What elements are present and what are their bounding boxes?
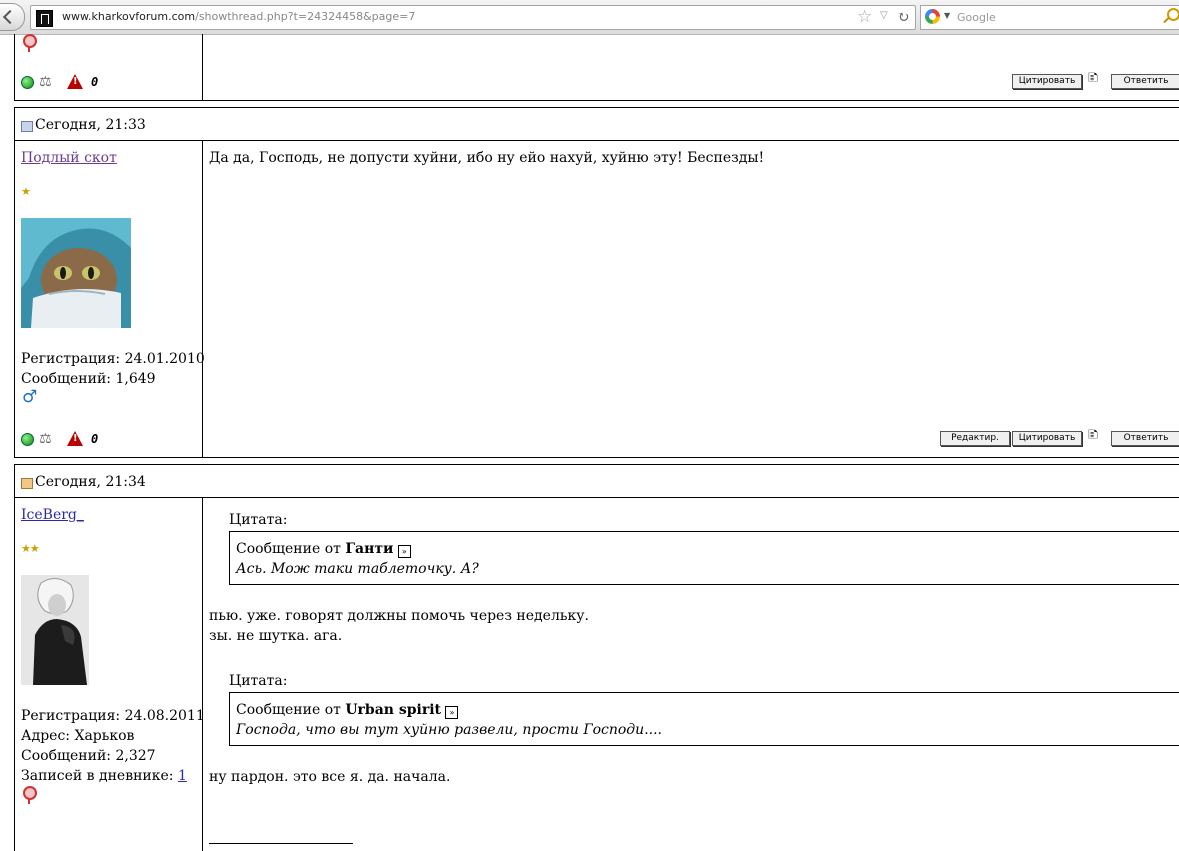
user-address: Адрес: Харьков — [21, 728, 135, 744]
post-date: Сегодня, 21:33 — [35, 117, 146, 133]
user-avatar — [21, 575, 89, 685]
diary-label: Записей в дневнике: — [21, 768, 178, 784]
reputation-value: 0 — [91, 75, 99, 89]
view-post-icon[interactable]: » — [445, 706, 459, 719]
post-border — [14, 464, 15, 851]
message-count: Сообщений: 1,649 — [21, 371, 156, 387]
post-border — [14, 107, 15, 457]
post-border — [202, 34, 203, 100]
quote-source: Сообщение от Urban spirit » — [236, 702, 459, 719]
post-border — [14, 107, 1179, 108]
report-post-icon[interactable] — [67, 431, 83, 446]
post-date: Сегодня, 21:34 — [35, 474, 146, 490]
search-input[interactable]: Google — [957, 11, 996, 24]
edit-button[interactable]: Редактир. — [940, 431, 1010, 446]
back-button[interactable] — [0, 3, 25, 31]
post-border — [14, 140, 1179, 141]
google-icon[interactable] — [925, 9, 940, 24]
post-border — [14, 457, 1179, 458]
post-border — [202, 497, 203, 851]
online-status-icon — [21, 433, 34, 446]
multi-quote-icon[interactable]: 🗈 — [1088, 428, 1098, 442]
post-border — [202, 140, 203, 457]
diary-entries: Записей в дневнике: 1 — [21, 766, 187, 786]
multi-quote-icon[interactable]: 🗈 — [1088, 71, 1098, 85]
online-status-icon — [21, 76, 34, 89]
rank-stars: ★ — [21, 185, 31, 198]
browser-toolbar: www.kharkovforum.com/showthread.php?t=24… — [0, 0, 1179, 35]
post-body: Да да, Господь, не допусти хуйни, ибо ну… — [209, 150, 765, 166]
quote-label: Цитата: — [229, 512, 288, 528]
post-body-line: зы. не шутка. ага. — [209, 628, 343, 644]
search-icon[interactable] — [1167, 8, 1179, 21]
post-body-line: пью. уже. говорят должны помочь через не… — [209, 608, 589, 624]
quote-text: Господа, что вы тут хуйню развели, прост… — [236, 722, 662, 738]
diary-link[interactable]: 1 — [178, 768, 187, 784]
quote-button[interactable]: Цитировать — [1012, 431, 1082, 446]
reputation-scales-icon[interactable]: ⚖ — [39, 431, 52, 447]
reload-icon[interactable]: ↻ — [897, 7, 910, 27]
username-link[interactable]: Подлый скот — [21, 150, 117, 166]
search-bar[interactable]: ▼ Google — [920, 5, 1179, 30]
post-border — [14, 464, 1179, 465]
quote-box: Сообщение от Ганти » Ась. Мож таки табле… — [229, 531, 1179, 585]
quote-box: Сообщение от Urban spirit » Господа, что… — [229, 692, 1179, 746]
female-gender-icon — [23, 34, 37, 52]
message-count: Сообщений: 2,327 — [21, 748, 156, 764]
reputation-value: 0 — [91, 432, 99, 446]
quote-label: Цитата: — [229, 673, 288, 689]
quote-button[interactable]: Цитировать — [1012, 74, 1082, 89]
quote-author: Urban spirit — [345, 702, 441, 718]
signature-divider — [209, 843, 353, 844]
quote-author: Ганти — [345, 541, 394, 557]
post-border — [14, 100, 1179, 101]
post-border — [14, 497, 1179, 498]
reply-button[interactable]: Ответить — [1111, 74, 1179, 89]
bookmark-star-icon[interactable]: ☆ — [857, 7, 872, 27]
url-text: www.kharkovforum.com/showthread.php?t=24… — [62, 10, 416, 23]
post-border — [14, 34, 15, 100]
reputation-scales-icon[interactable]: ⚖ — [39, 74, 52, 90]
report-post-icon[interactable] — [67, 74, 83, 89]
registration-date: Регистрация: 24.01.2010 — [21, 351, 205, 367]
quote-source: Сообщение от Ганти » — [236, 541, 411, 558]
quote-text: Ась. Мож таки таблеточку. А? — [236, 561, 479, 577]
site-favicon-icon — [36, 10, 53, 27]
history-dropdown-icon[interactable]: ▽ — [880, 10, 888, 21]
user-avatar — [21, 218, 131, 328]
male-gender-icon: ♂ — [22, 387, 38, 407]
reply-button[interactable]: Ответить — [1111, 431, 1179, 446]
registration-date: Регистрация: 24.08.2011 — [21, 708, 205, 724]
female-gender-icon — [23, 786, 37, 804]
post-status-icon — [21, 478, 33, 489]
post-status-icon — [21, 121, 33, 132]
address-bar[interactable]: www.kharkovforum.com/showthread.php?t=24… — [30, 5, 916, 30]
view-post-icon[interactable]: » — [397, 545, 411, 558]
username-link[interactable]: IceBerg_ — [21, 507, 84, 523]
rank-stars: ★★ — [21, 542, 40, 555]
post-body-line: ну пардон. это все я. да. начала. — [209, 769, 451, 785]
search-engine-dropdown-icon[interactable]: ▼ — [944, 11, 950, 20]
